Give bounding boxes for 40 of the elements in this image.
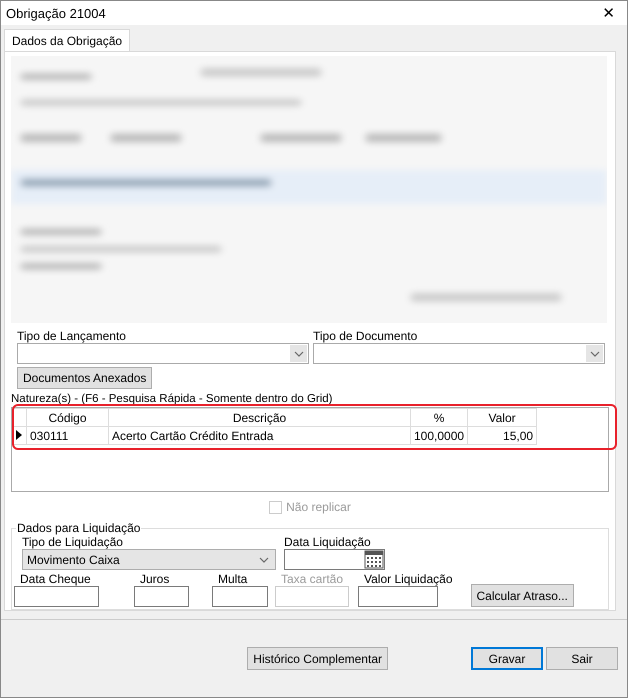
column-header[interactable]: Descrição — [108, 408, 410, 427]
field-label: Multa — [217, 572, 248, 586]
dialog-button[interactable]: Gravar — [471, 647, 543, 670]
table-cell: 030111 — [26, 426, 108, 445]
field-label: Taxa cartão — [280, 572, 344, 586]
dialog-button[interactable]: Histórico Complementar — [247, 647, 388, 670]
attachments-button[interactable]: Documentos Anexados — [17, 367, 152, 390]
field-label: Data Cheque — [19, 572, 92, 586]
column-header[interactable]: Valor — [468, 408, 537, 427]
table-cell: Acerto Cartão Crédito Entrada — [108, 426, 410, 445]
date-field[interactable] — [284, 549, 385, 570]
grid-caption: Natureza(s) - (F6 - Pesquisa Rápida - Somente dentro do Grid) — [11, 393, 334, 406]
input-field[interactable] — [358, 586, 438, 607]
input-field[interactable] — [212, 586, 268, 607]
calendar-icon — [364, 550, 384, 569]
column-header[interactable]: % — [410, 408, 468, 427]
close-button[interactable]: ✕ — [598, 4, 619, 22]
chevron-down-icon — [259, 556, 269, 562]
table-cell: 100,0000 — [410, 426, 468, 445]
chevron-down-icon — [294, 350, 304, 357]
dropdown[interactable] — [17, 343, 309, 364]
checkbox-label: Não replicar — [286, 500, 351, 514]
dialog-button[interactable]: Sair — [546, 647, 618, 670]
calculate-button[interactable]: Calcular Atraso... — [470, 584, 574, 607]
chevron-down-icon — [590, 350, 600, 357]
field-label: Tipo de Documento — [313, 329, 418, 344]
window-title: Obrigação 21004 — [6, 6, 106, 20]
dropdown[interactable]: Movimento Caixa — [22, 549, 276, 570]
dropdown[interactable] — [313, 343, 605, 364]
field-label: Valor Liquidação — [363, 572, 453, 586]
group-title: Dados para Liquidação — [16, 521, 142, 535]
field-label: Juros — [139, 572, 170, 586]
field-label: Tipo de Lançamento — [17, 329, 127, 344]
tab[interactable]: Dados da Obrigação — [4, 29, 130, 51]
field-label: Data Liquidação — [284, 535, 372, 549]
input-field[interactable] — [14, 586, 99, 607]
field-label: Tipo de Liquidação — [22, 535, 124, 549]
column-header[interactable]: Código — [26, 408, 108, 427]
input-field[interactable] — [134, 586, 189, 607]
table-cell: 15,00 — [468, 426, 537, 445]
